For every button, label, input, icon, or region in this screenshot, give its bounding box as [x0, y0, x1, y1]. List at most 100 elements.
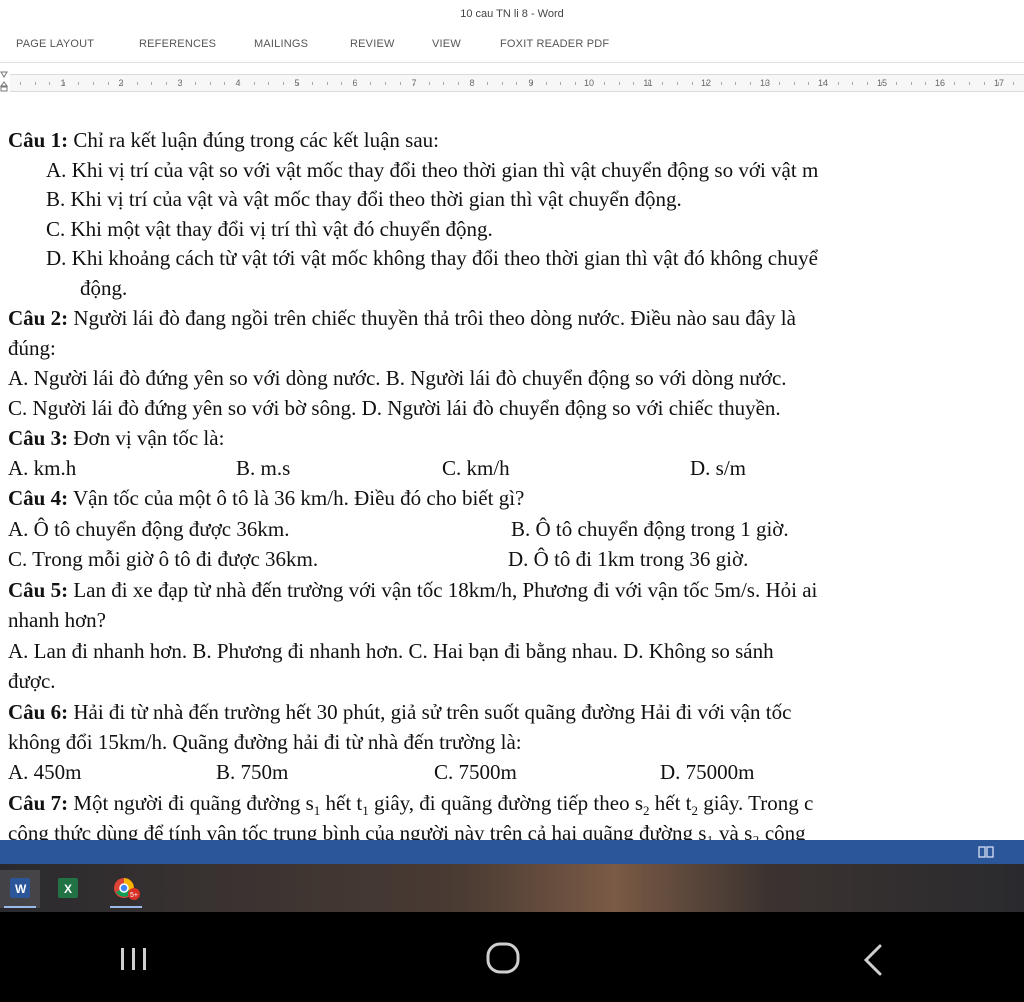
question-3-text: Câu 3: Đơn vị vận tốc là:: [8, 425, 224, 451]
ruler-tick: [604, 82, 605, 85]
ruler-tick: [282, 82, 284, 85]
question-3-label: Câu 3:: [8, 426, 69, 450]
ruler-tick: [720, 82, 722, 85]
ruler-tick: [647, 82, 649, 85]
taskbar-word-button[interactable]: W: [0, 870, 40, 908]
question-4-body: Vận tốc của một ô tô là 36 km/h. Điều đó…: [68, 486, 525, 510]
ruler-tick: [706, 82, 708, 85]
svg-text:X: X: [64, 882, 72, 896]
title-bar: 10 cau TN li 8 - Word: [0, 0, 1024, 30]
ruler-tick: [954, 82, 956, 85]
ruler-tick: [896, 82, 897, 85]
question-2-label: Câu 2:: [8, 306, 69, 330]
question-6-text: Câu 6: Hải đi từ nhà đến trường hết 30 p…: [8, 699, 791, 725]
ruler-tick: [969, 82, 970, 85]
ruler-tick: [443, 82, 445, 85]
ruler-tick: [268, 82, 270, 85]
ruler-tick: [458, 82, 459, 85]
active-indicator: [4, 906, 36, 908]
question-2-options-cd: C. Người lái đò đứng yên so với bờ sông.…: [8, 396, 781, 420]
horizontal-ruler[interactable]: 1 2 3 4 5 6 7 8 9 10 11 12 13 14 15 16 1…: [0, 70, 1024, 94]
question-4-label: Câu 4:: [8, 486, 69, 510]
ruler-tick: [34, 82, 36, 85]
ruler-tick: [209, 82, 211, 85]
recent-apps-icon[interactable]: [104, 940, 164, 980]
question-1-option-a: A. Khi vị trí của vật so với vật mốc tha…: [46, 158, 819, 182]
ruler-tick: [983, 82, 985, 85]
read-mode-icon[interactable]: [978, 845, 994, 859]
question-5-label: Câu 5:: [8, 578, 69, 602]
ruler-tick: [78, 82, 80, 85]
ruler-number: 2: [118, 78, 124, 88]
ruler-tick: [618, 82, 620, 85]
question-4-option-c: C. Trong mỗi giờ ô tô đi được 36km.: [8, 547, 319, 571]
question-7-part: hết t: [649, 791, 692, 815]
question-7-label: Câu 7:: [8, 791, 69, 815]
question-5-text-cont: nhanh hơn?: [8, 608, 106, 632]
question-6-text-cont: không đổi 15km/h. Quãng đường hải đi từ …: [8, 730, 522, 754]
question-7-part: hết t: [320, 791, 363, 815]
ruler-tick: [545, 82, 547, 85]
ruler-tick: [472, 82, 474, 85]
ruler-tick: [823, 82, 824, 85]
ruler-tick: [677, 82, 678, 85]
taskbar: W X 5+: [0, 864, 1024, 912]
open-indicator: [110, 906, 142, 908]
question-6-option-b: B. 750m: [216, 760, 289, 784]
question-5-text: Câu 5: Lan đi xe đạp từ nhà đến trường v…: [8, 577, 817, 603]
ruler-tick: [881, 82, 883, 85]
ruler-tick: [136, 82, 138, 85]
question-2-text: Câu 2: Người lái đò đang ngồi trên chiếc…: [8, 305, 796, 331]
back-icon[interactable]: [842, 940, 902, 980]
android-navigation-bar: [0, 912, 1024, 1002]
ruler-tick: [793, 82, 795, 85]
ruler-tick: [852, 82, 854, 85]
ruler-tick: [151, 82, 153, 85]
tab-view[interactable]: VIEW: [432, 38, 461, 50]
taskbar-excel-button[interactable]: X: [48, 870, 88, 908]
question-7-part: giây, đi quãng đường tiếp theo s: [368, 791, 644, 815]
home-icon[interactable]: [472, 940, 532, 980]
question-3-option-b: B. m.s: [236, 456, 291, 480]
question-4-option-a: A. Ô tô chuyển động được 36km.: [8, 517, 290, 541]
tab-mailings[interactable]: MAILINGS: [254, 38, 308, 50]
taskbar-chrome-button[interactable]: 5+: [106, 870, 146, 908]
excel-icon: X: [58, 878, 78, 898]
ruler-tick: [20, 82, 21, 85]
question-6-option-a: A. 450m: [8, 760, 82, 784]
chrome-icon: 5+: [114, 878, 140, 900]
question-6-option-c: C. 7500m: [434, 760, 517, 784]
chrome-badge: 5+: [130, 892, 138, 899]
ruler-tick: [516, 82, 518, 85]
question-3-body: Đơn vị vận tốc là:: [68, 426, 225, 450]
ruler-tick: [589, 82, 591, 85]
document-page[interactable]: Câu 1: Chỉ ra kết luận đúng trong các kế…: [0, 96, 1024, 840]
ruler-tick: [691, 82, 693, 85]
question-1-body: Chỉ ra kết luận đúng trong các kết luận …: [68, 128, 439, 152]
ruler-tick: [501, 82, 503, 85]
ruler-tick: [808, 82, 810, 85]
ruler-tick: [399, 82, 401, 85]
question-4-option-d: D. Ô tô đi 1km trong 36 giờ.: [508, 547, 749, 571]
ruler-tick: [866, 82, 868, 85]
tab-references[interactable]: REFERENCES: [139, 38, 216, 50]
ruler-tick: [1012, 82, 1014, 85]
ruler-tick: [224, 82, 226, 85]
tab-page-layout[interactable]: PAGE LAYOUT: [16, 38, 94, 50]
ribbon-tabs: PAGE LAYOUT REFERENCES MAILINGS REVIEW V…: [0, 30, 1024, 63]
ruler-tick: [341, 82, 343, 85]
ruler-tick: [107, 82, 109, 85]
ruler-number: 4: [235, 78, 241, 88]
ruler-tick: [560, 82, 562, 85]
ruler-tick: [779, 82, 781, 85]
question-7-text-cont: công thức dùng để tính vận tốc trung bìn…: [8, 821, 806, 840]
ruler-tick: [837, 82, 839, 85]
tab-foxit-reader-pdf[interactable]: FOXIT READER PDF: [500, 38, 609, 50]
ruler-tick: [998, 82, 1000, 85]
ruler-tick: [370, 82, 372, 85]
indent-marker-icon[interactable]: [0, 70, 8, 92]
question-2-options-ab: A. Người lái đò đứng yên so với dòng nướ…: [8, 366, 787, 390]
ruler-tick: [312, 82, 313, 85]
tab-review[interactable]: REVIEW: [350, 38, 395, 50]
ruler-tick: [326, 82, 328, 85]
